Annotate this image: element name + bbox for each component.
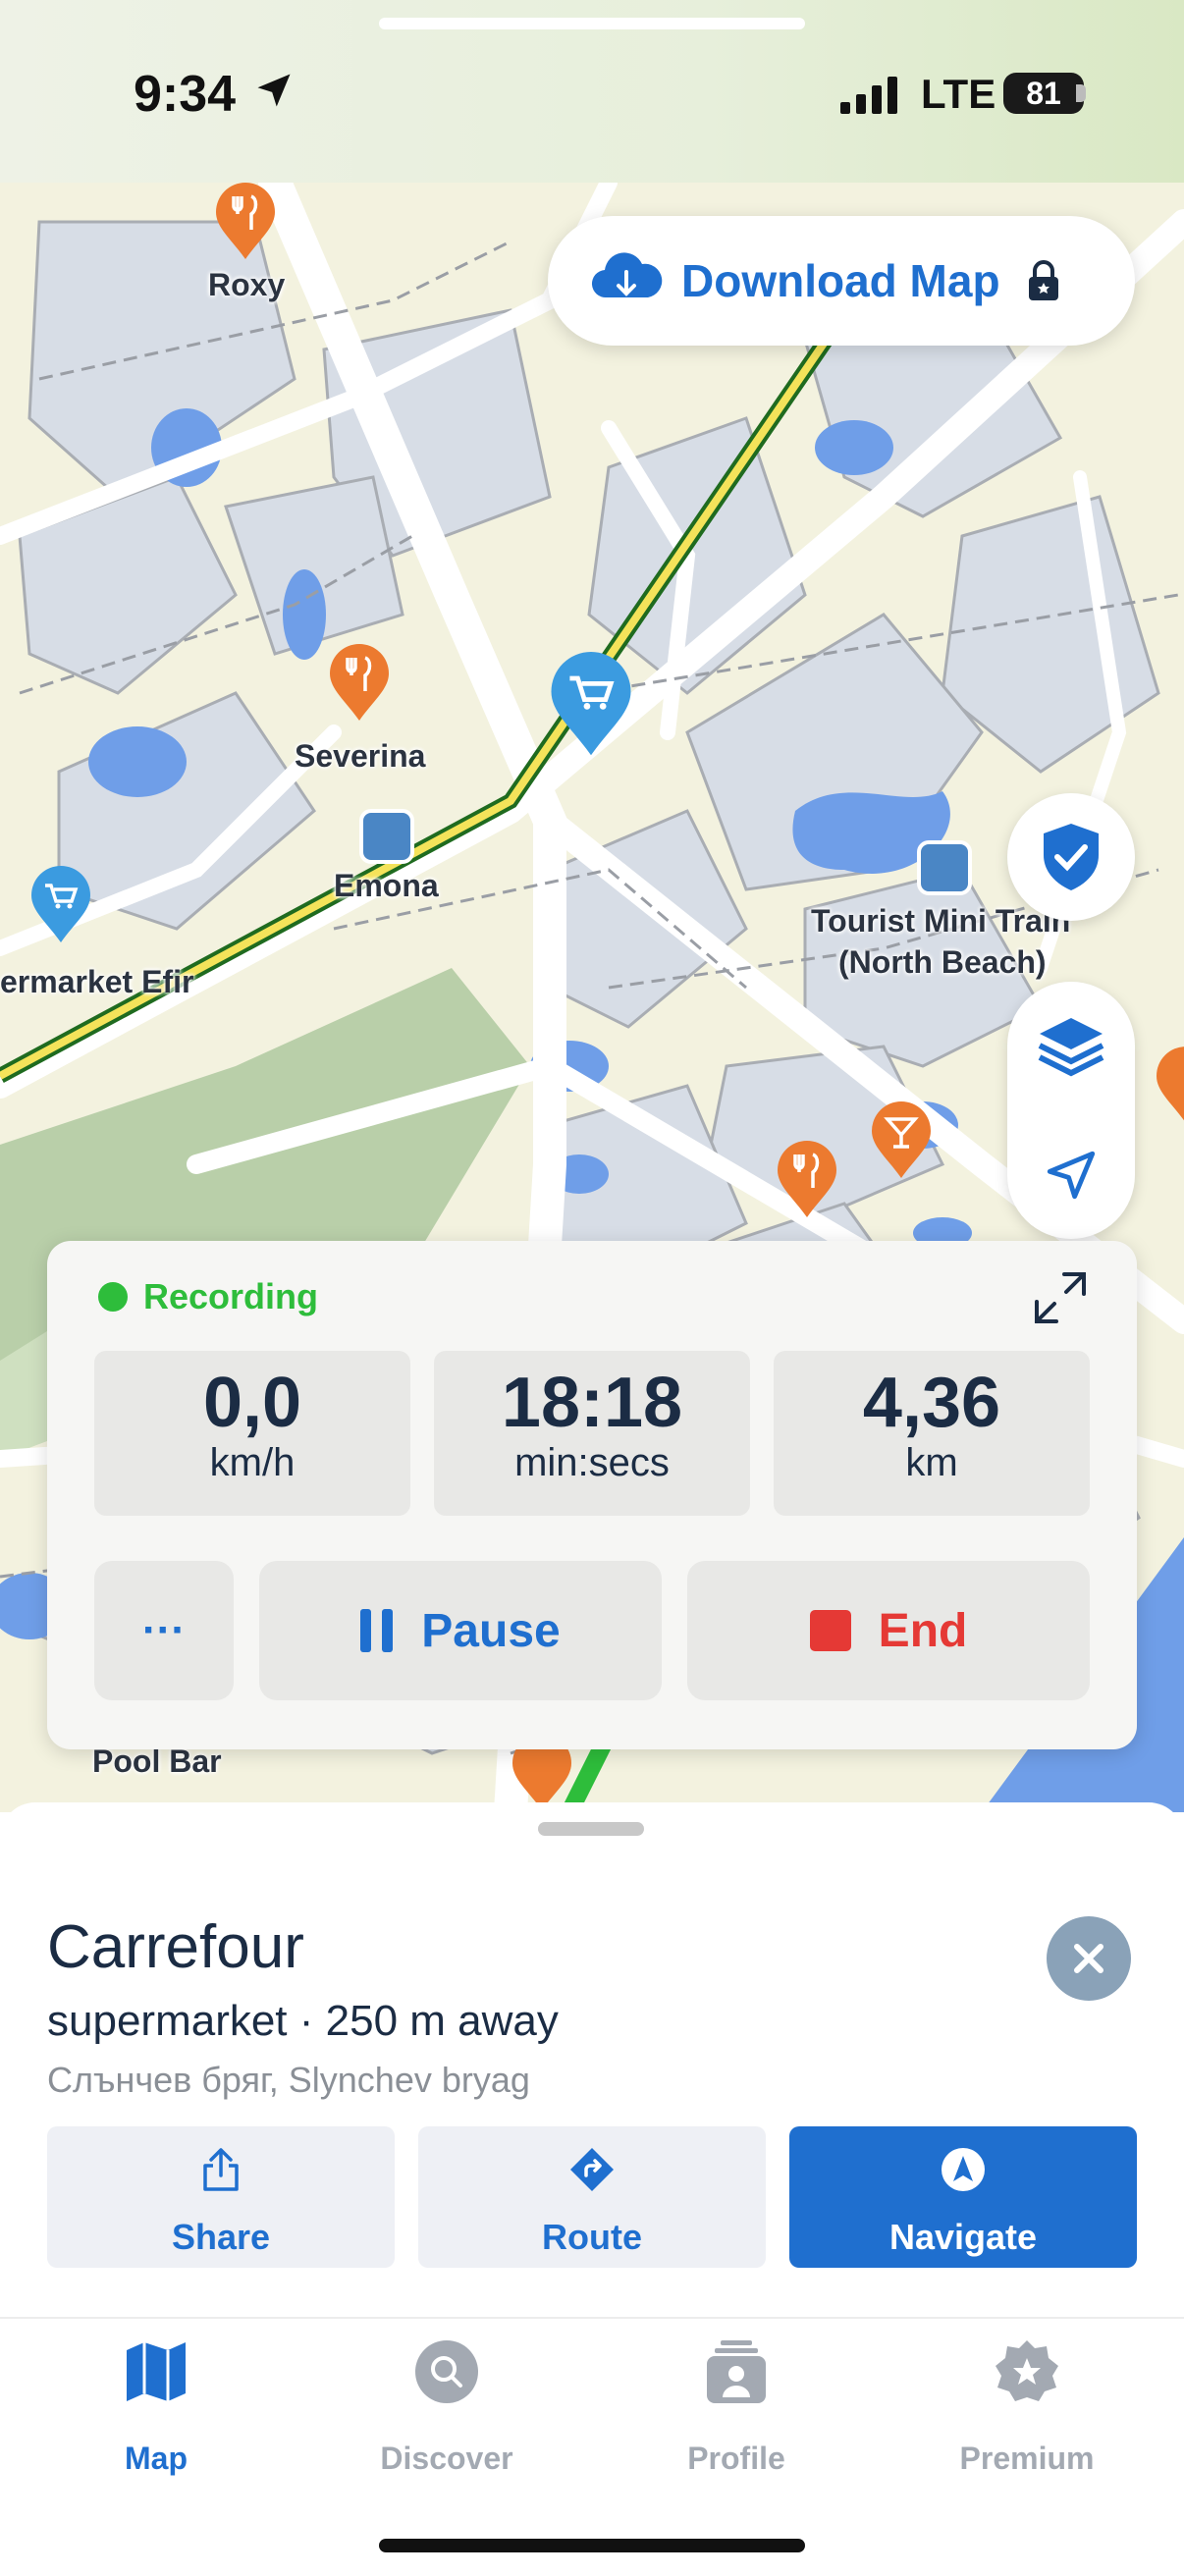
tab-premium-label: Premium (959, 2441, 1095, 2476)
distance-unit: km (905, 1441, 958, 1484)
tab-premium[interactable]: Premium (929, 2338, 1125, 2505)
shield-check-icon (1044, 824, 1099, 890)
network-type: LTE (921, 71, 996, 117)
navigation-arrow-icon (1047, 1151, 1096, 1200)
bus-stop-icon[interactable] (917, 840, 972, 895)
navigate-button[interactable]: Navigate (789, 2126, 1137, 2268)
pause-button[interactable]: Pause (259, 1561, 662, 1700)
navigate-compass-icon (942, 2148, 985, 2191)
map-layers-button[interactable] (1007, 982, 1135, 1109)
status-bar: 9:34 LTE 81 (0, 0, 1184, 183)
route-label: Route (542, 2217, 642, 2257)
distance-value: 4,36 (862, 1364, 1001, 1442)
place-name: Carrefour (47, 1913, 304, 1981)
place-subtitle: supermarket · 250 m away (47, 1997, 559, 2045)
share-button[interactable]: Share (47, 2126, 395, 2268)
tab-bar: Map Discover Profile Premium (0, 2317, 1184, 2576)
tab-discover-label: Discover (380, 2441, 513, 2476)
battery-indicator: 81 (1003, 73, 1084, 114)
sheet-grabber[interactable] (538, 1822, 644, 1836)
speed-value: 0,0 (202, 1364, 302, 1442)
distance-stat: 4,36 km (774, 1351, 1090, 1516)
restaurant-pin-icon[interactable] (774, 1141, 840, 1219)
lock-icon (1028, 260, 1058, 300)
close-button[interactable] (1047, 1916, 1131, 2001)
top-pill (379, 18, 805, 29)
speed-camera-shield-button[interactable] (1007, 793, 1135, 921)
download-map-button[interactable]: Download Map (548, 216, 1135, 346)
pause-label: Pause (421, 1604, 561, 1657)
tab-discover[interactable]: Discover (349, 2338, 545, 2505)
map-icon (127, 2342, 186, 2401)
stop-icon (809, 1610, 851, 1651)
home-indicator (379, 2539, 805, 2552)
recording-status: Recording (143, 1276, 319, 1316)
time-unit: min:secs (514, 1441, 670, 1484)
more-options-button[interactable]: ··· (94, 1561, 234, 1700)
restaurant-pin-icon[interactable] (212, 183, 279, 261)
tab-map-label: Map (125, 2441, 188, 2476)
speed-unit: km/h (209, 1441, 296, 1484)
cloud-download-icon (591, 252, 663, 298)
download-map-label: Download Map (681, 255, 1000, 306)
map-label-roxy: Roxy (208, 267, 286, 302)
end-button[interactable]: End (687, 1561, 1090, 1700)
profile-card-icon (707, 2340, 766, 2403)
map-controls-group (1007, 982, 1135, 1239)
pause-icon (360, 1609, 394, 1652)
map-label-supermarket: ermarket Efir (0, 964, 194, 999)
place-details-sheet: Carrefour supermarket · 250 m away Слънч… (0, 1802, 1184, 2317)
search-icon (415, 2340, 478, 2403)
shopping-cart-pin-icon[interactable] (27, 866, 94, 944)
restaurant-pin-icon[interactable] (326, 644, 393, 723)
layers-icon (1038, 1018, 1104, 1077)
map-label-severina: Severina (295, 738, 426, 774)
my-location-button[interactable] (1007, 1111, 1135, 1239)
shopping-cart-pin-icon[interactable] (546, 652, 636, 758)
time-value: 18:18 (501, 1364, 683, 1442)
location-arrow-icon (257, 74, 291, 107)
speed-stat: 0,0 km/h (94, 1351, 410, 1516)
map-label-north-beach: (North Beach) (838, 944, 1047, 980)
track-recording-panel: Recording 0,0 km/h 18:18 min:secs 4,36 k… (47, 1241, 1137, 1749)
cellular-signal-icon (840, 77, 897, 114)
cocktail-bar-pin-icon[interactable] (1153, 1046, 1184, 1125)
share-label: Share (171, 2217, 271, 2257)
status-time: 9:34 (134, 66, 237, 123)
navigate-label: Navigate (888, 2217, 1038, 2257)
close-icon (1074, 1944, 1103, 1973)
route-button[interactable]: Route (418, 2126, 766, 2268)
time-stat: 18:18 min:secs (434, 1351, 750, 1516)
battery-tip (1076, 84, 1086, 102)
tab-profile[interactable]: Profile (638, 2338, 834, 2505)
place-address: Слънчев бряг, Slynchev bryag (47, 2060, 530, 2100)
map-label-tourist-train: Tourist Mini Train (811, 903, 1071, 939)
tab-map[interactable]: Map (58, 2338, 254, 2505)
tab-profile-label: Profile (687, 2441, 785, 2476)
cocktail-bar-pin-icon[interactable] (868, 1101, 935, 1180)
recording-dot (98, 1282, 128, 1312)
share-icon (203, 2148, 239, 2191)
bus-stop-icon[interactable] (359, 809, 414, 864)
premium-star-badge-icon (996, 2340, 1058, 2401)
map-label-emona: Emona (334, 868, 439, 903)
end-label: End (878, 1604, 968, 1657)
route-diamond-icon (570, 2148, 614, 2191)
expand-icon[interactable] (1029, 1266, 1092, 1329)
